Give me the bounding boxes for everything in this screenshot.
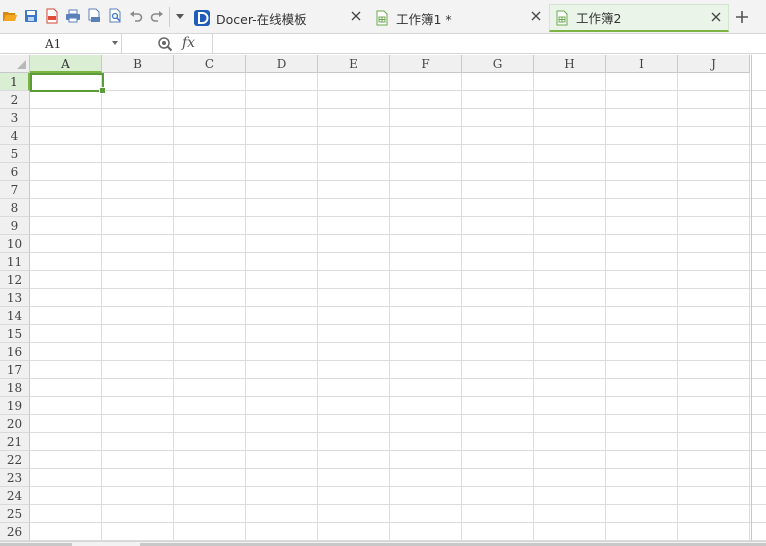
row-header-14[interactable]: 14 bbox=[0, 307, 30, 325]
print-preview-icon[interactable] bbox=[86, 8, 102, 24]
tab-workbook-1[interactable]: 工作簿1 * bbox=[370, 4, 548, 32]
tab-label: 工作簿1 * bbox=[396, 11, 452, 27]
select-all-corner[interactable] bbox=[0, 55, 30, 73]
column-header-d[interactable]: D bbox=[246, 55, 318, 73]
undo-icon[interactable] bbox=[128, 8, 144, 24]
row-header-26[interactable]: 26 bbox=[0, 523, 30, 541]
cell-grid[interactable] bbox=[30, 73, 766, 541]
redo-icon[interactable] bbox=[149, 8, 165, 24]
title-tab-bar: Docer-在线模板 工作簿1 * 工作簿2 bbox=[0, 0, 766, 34]
row-header-12[interactable]: 12 bbox=[0, 271, 30, 289]
row-header-24[interactable]: 24 bbox=[0, 487, 30, 505]
row-header-17[interactable]: 17 bbox=[0, 361, 30, 379]
close-icon[interactable] bbox=[710, 11, 722, 23]
row-header-4[interactable]: 4 bbox=[0, 127, 30, 145]
row-header-15[interactable]: 15 bbox=[0, 325, 30, 343]
row-header-21[interactable]: 21 bbox=[0, 433, 30, 451]
open-folder-icon[interactable] bbox=[2, 8, 18, 24]
tab-label: 工作簿2 bbox=[576, 11, 622, 26]
row-header-1[interactable]: 1 bbox=[0, 73, 30, 91]
name-box[interactable]: A1 bbox=[0, 34, 122, 53]
formula-bar: A1 fx bbox=[0, 34, 766, 54]
tab-label: Docer-在线模板 bbox=[216, 11, 307, 27]
column-header-j[interactable]: J bbox=[678, 55, 750, 73]
cell-reference: A1 bbox=[45, 37, 62, 51]
column-header-e[interactable]: E bbox=[318, 55, 390, 73]
column-header-c[interactable]: C bbox=[174, 55, 246, 73]
row-header-25[interactable]: 25 bbox=[0, 505, 30, 523]
zoom-icon[interactable] bbox=[157, 36, 173, 52]
close-icon[interactable] bbox=[350, 10, 362, 22]
row-header-10[interactable]: 10 bbox=[0, 235, 30, 253]
row-header-2[interactable]: 2 bbox=[0, 91, 30, 109]
formula-input[interactable] bbox=[212, 34, 766, 53]
customize-dropdown-icon[interactable] bbox=[172, 8, 188, 24]
export-pdf-icon[interactable] bbox=[44, 8, 60, 24]
row-header-23[interactable]: 23 bbox=[0, 469, 30, 487]
row-header-7[interactable]: 7 bbox=[0, 181, 30, 199]
horizontal-scrollbar[interactable] bbox=[0, 541, 766, 546]
row-header-20[interactable]: 20 bbox=[0, 415, 30, 433]
save-icon[interactable] bbox=[23, 8, 39, 24]
docer-icon bbox=[194, 10, 210, 26]
grid-edge bbox=[751, 55, 752, 541]
row-header-5[interactable]: 5 bbox=[0, 145, 30, 163]
column-header-h[interactable]: H bbox=[534, 55, 606, 73]
tab-docer[interactable]: Docer-在线模板 bbox=[190, 4, 368, 32]
column-header-i[interactable]: I bbox=[606, 55, 678, 73]
tab-workbook-2[interactable]: 工作簿2 bbox=[549, 4, 729, 32]
column-header-f[interactable]: F bbox=[390, 55, 462, 73]
row-header-11[interactable]: 11 bbox=[0, 253, 30, 271]
find-icon[interactable] bbox=[107, 8, 123, 24]
row-header-6[interactable]: 6 bbox=[0, 163, 30, 181]
chevron-down-icon[interactable] bbox=[112, 41, 118, 45]
column-header-b[interactable]: B bbox=[102, 55, 174, 73]
row-header-18[interactable]: 18 bbox=[0, 379, 30, 397]
active-cell[interactable] bbox=[30, 73, 106, 94]
new-tab-icon[interactable] bbox=[734, 9, 750, 25]
row-header-13[interactable]: 13 bbox=[0, 289, 30, 307]
close-icon[interactable] bbox=[530, 10, 542, 22]
column-header-g[interactable]: G bbox=[462, 55, 534, 73]
spreadsheet-icon bbox=[556, 10, 568, 25]
fx-icon[interactable]: fx bbox=[182, 35, 195, 51]
toolbar-separator bbox=[169, 7, 170, 27]
row-header-3[interactable]: 3 bbox=[0, 109, 30, 127]
spreadsheet-icon bbox=[376, 10, 388, 26]
row-header-22[interactable]: 22 bbox=[0, 451, 30, 469]
column-header-a[interactable]: A bbox=[30, 55, 102, 73]
row-header-9[interactable]: 9 bbox=[0, 217, 30, 235]
row-header-19[interactable]: 19 bbox=[0, 397, 30, 415]
row-header-8[interactable]: 8 bbox=[0, 199, 30, 217]
print-icon[interactable] bbox=[65, 8, 81, 24]
row-header-16[interactable]: 16 bbox=[0, 343, 30, 361]
